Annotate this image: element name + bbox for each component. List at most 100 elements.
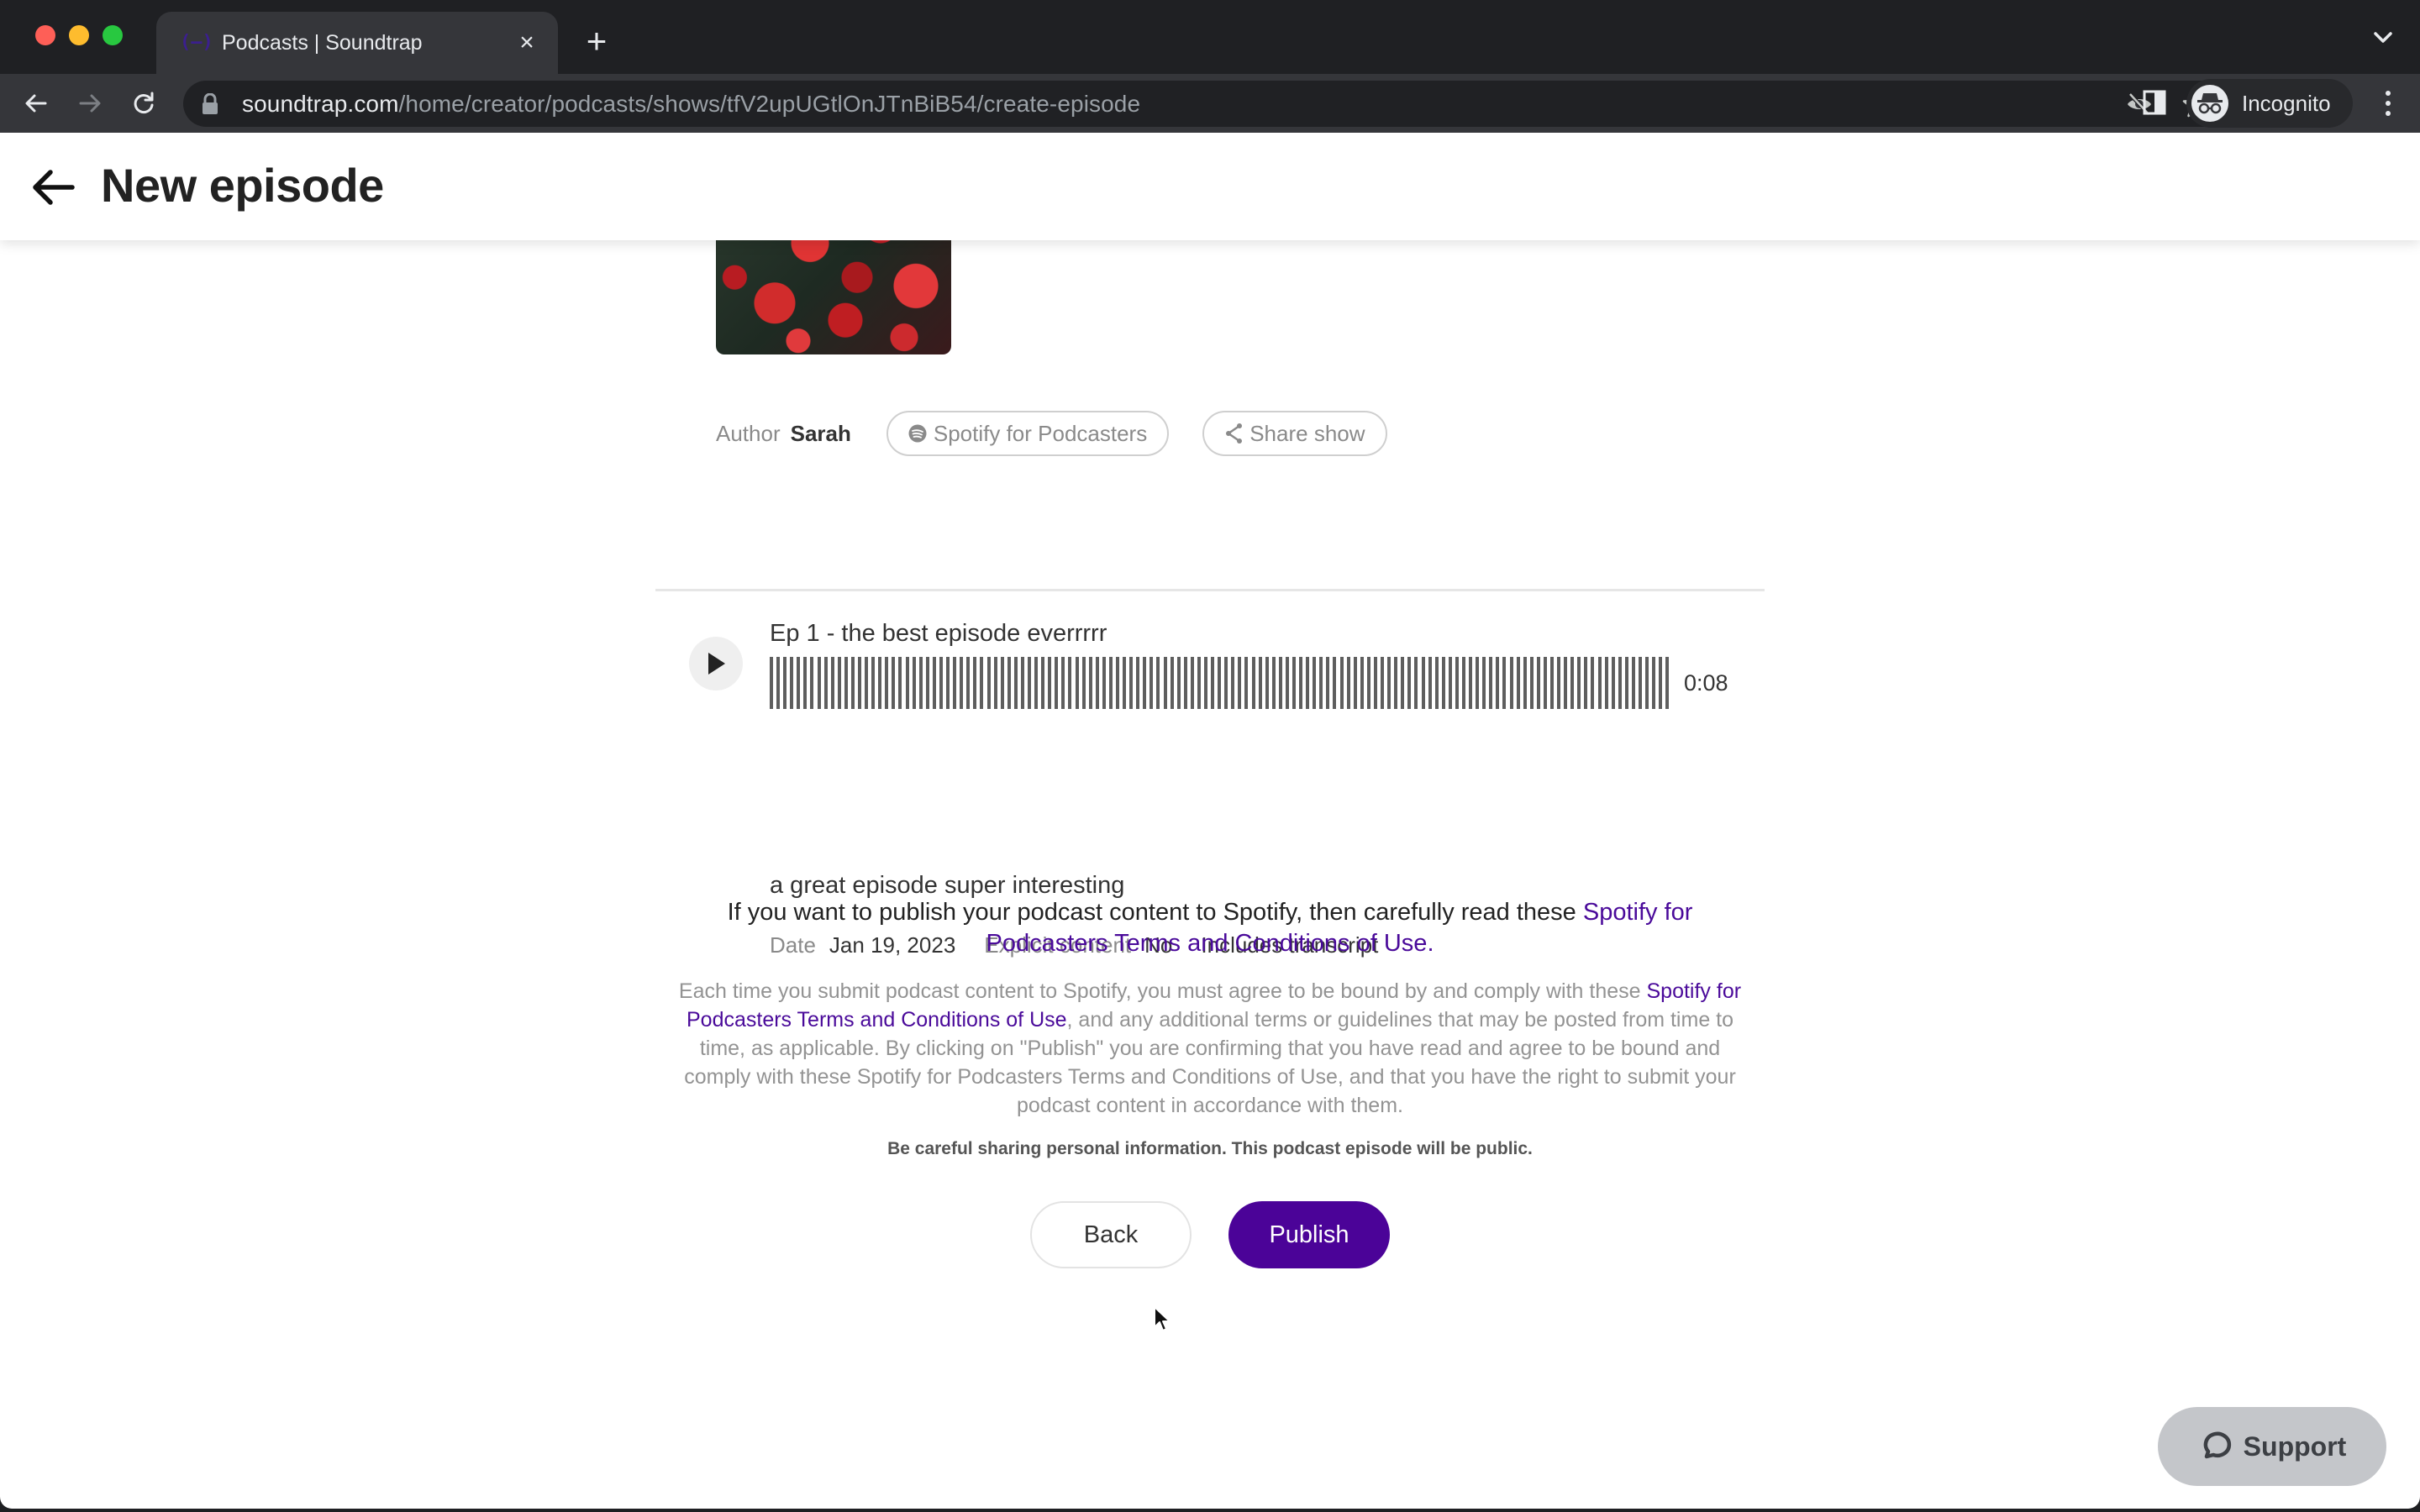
waveform-bar: [1401, 657, 1405, 709]
url-text[interactable]: soundtrap.com/home/creator/podcasts/show…: [242, 91, 1140, 118]
waveform-bar: [1441, 657, 1445, 709]
waveform-bar: [1108, 657, 1113, 709]
waveform-bar: [1373, 657, 1377, 709]
waveform-bar: [1041, 657, 1045, 709]
waveform-bar: [966, 657, 971, 709]
waveform-bar: [878, 657, 882, 709]
lock-icon[interactable]: [202, 92, 218, 115]
new-tab-plus-icon[interactable]: +: [580, 20, 613, 62]
tab-search-chevron-icon[interactable]: [2370, 24, 2396, 50]
play-button[interactable]: [689, 637, 743, 690]
share-icon: [1224, 423, 1243, 444]
tab-close-icon[interactable]: ×: [514, 29, 539, 57]
publish-button[interactable]: Publish: [1228, 1201, 1390, 1268]
browser-tab[interactable]: (–) Podcasts | Soundtrap ×: [156, 12, 558, 74]
waveform-bar: [1659, 657, 1663, 709]
back-button[interactable]: Back: [1030, 1201, 1192, 1268]
waveform-bar: [1258, 657, 1262, 709]
soundtrap-logo-icon: (–): [180, 32, 213, 53]
spotify-icon: [908, 424, 927, 443]
waveform-bar: [1170, 657, 1174, 709]
waveform-bar: [1285, 657, 1289, 709]
episode-duration: 0:08: [1684, 670, 1728, 696]
waveform-bar: [912, 657, 916, 709]
waveform-bar: [1265, 657, 1269, 709]
waveform-bar: [1013, 657, 1018, 709]
back-arrow-icon[interactable]: [30, 166, 76, 208]
episode-title: Ep 1 - the best episode everrrrr: [770, 620, 1107, 647]
waveform-bar: [1455, 657, 1459, 709]
waveform-bar: [1631, 657, 1635, 709]
waveform-bar: [1020, 657, 1024, 709]
mouse-cursor-icon: [1153, 1305, 1173, 1334]
waveform-bar: [1414, 657, 1418, 709]
browser-chrome: (–) Podcasts | Soundtrap × + soundtrap.c…: [0, 0, 2420, 133]
waveform-bar: [1549, 657, 1554, 709]
terms-lead-text: If you want to publish your podcast cont…: [672, 897, 1748, 959]
more-vert-icon[interactable]: [2371, 86, 2405, 121]
waveform-seekbar[interactable]: [770, 657, 1670, 709]
waveform-bar: [1366, 657, 1370, 709]
waveform-bar: [1278, 657, 1282, 709]
support-button[interactable]: Support: [2158, 1407, 2386, 1486]
waveform-bar: [871, 657, 876, 709]
reload-icon[interactable]: [124, 84, 163, 123]
waveform-bar: [1211, 657, 1215, 709]
waveform-bar: [1584, 657, 1588, 709]
waveform-bar: [1251, 657, 1255, 709]
side-panel-icon[interactable]: [2138, 86, 2171, 119]
page: New episode Author Sarah Spotify for Pod…: [0, 133, 2420, 1509]
tab-title: Podcasts | Soundtrap: [222, 30, 423, 55]
waveform-bar: [1292, 657, 1297, 709]
waveform-bar: [1000, 657, 1004, 709]
waveform-bar: [1461, 657, 1465, 709]
share-pill-label: Share show: [1249, 420, 1365, 446]
waveform-bar: [1218, 657, 1222, 709]
waveform-bar: [1055, 657, 1059, 709]
waveform-bar: [1271, 657, 1276, 709]
waveform-bar: [1639, 657, 1642, 709]
waveform-bar: [905, 657, 909, 709]
waveform-bar: [918, 657, 923, 709]
waveform-bar: [1428, 657, 1432, 709]
browser-toolbar: soundtrap.com/home/creator/podcasts/show…: [0, 74, 2420, 133]
waveform-bar: [973, 657, 977, 709]
window-minimize-button[interactable]: [69, 25, 89, 45]
waveform-bar: [1129, 657, 1134, 709]
address-bar[interactable]: soundtrap.com/home/creator/podcasts/show…: [183, 81, 2228, 127]
profile-button[interactable]: Incognito: [2186, 79, 2353, 128]
waveform-bar: [1326, 657, 1330, 709]
waveform-bar: [1516, 657, 1520, 709]
waveform-bar: [1421, 657, 1425, 709]
waveform-bar: [1068, 657, 1072, 709]
waveform-bar: [1095, 657, 1099, 709]
waveform-bar: [1102, 657, 1106, 709]
waveform-bar: [844, 657, 848, 709]
waveform-bar: [953, 657, 957, 709]
waveform-bar: [1618, 657, 1622, 709]
waveform-bar: [1604, 657, 1608, 709]
waveform-bar: [1360, 657, 1364, 709]
waveform-bar: [1231, 657, 1235, 709]
waveform-bar: [898, 657, 902, 709]
waveform-bar: [1143, 657, 1147, 709]
spotify-for-podcasters-button[interactable]: Spotify for Podcasters: [886, 411, 1170, 456]
waveform-bar: [1496, 657, 1500, 709]
window-close-button[interactable]: [35, 25, 55, 45]
back-icon[interactable]: [17, 84, 55, 123]
window-zoom-button[interactable]: [103, 25, 123, 45]
waveform-bar: [1061, 657, 1065, 709]
waveform-bar: [1509, 657, 1513, 709]
waveform-bar: [790, 657, 794, 709]
waveform-bar: [986, 657, 991, 709]
waveform-bar: [1238, 657, 1242, 709]
profile-label: Incognito: [2242, 90, 2331, 116]
terms-body-text: Each time you submit podcast content to …: [672, 977, 1748, 1120]
waveform-bar: [1543, 657, 1547, 709]
waveform-bar: [803, 657, 808, 709]
waveform-bar: [1645, 657, 1649, 709]
waveform-bar: [925, 657, 929, 709]
share-show-button[interactable]: Share show: [1202, 411, 1387, 456]
forward-icon[interactable]: [71, 84, 109, 123]
waveform-bar: [1652, 657, 1656, 709]
